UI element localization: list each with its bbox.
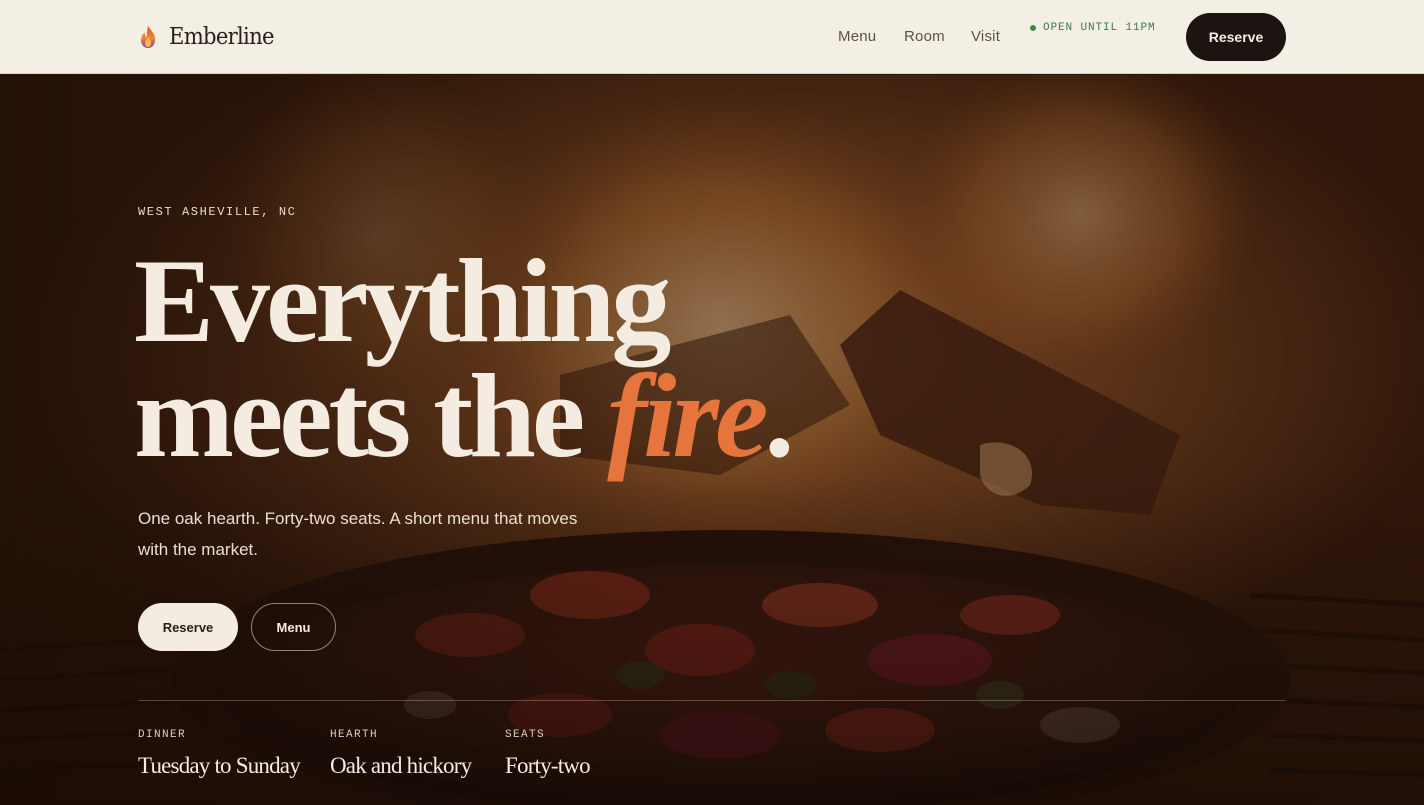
nav-visit-link[interactable]: Visit	[971, 28, 1000, 45]
brand-name: Emberline	[169, 24, 275, 50]
headline-line-2: meets the fire.	[134, 356, 794, 476]
fact-value: Oak and hickory	[330, 753, 472, 778]
headline-line-1: Everything	[134, 234, 671, 367]
header-reserve-button[interactable]: Reserve	[1186, 13, 1286, 61]
nav-room-link[interactable]: Room	[904, 28, 945, 45]
status-dot-icon	[1030, 25, 1036, 31]
headline-accent-word: fire	[607, 349, 768, 482]
fact-label: DINNER	[138, 729, 187, 741]
nav-menu-link[interactable]: Menu	[838, 28, 876, 45]
hero-section: WEST ASHEVILLE, NC Everything meets the …	[0, 75, 1424, 805]
hero-reserve-button[interactable]: Reserve	[138, 603, 238, 651]
fact-value: Forty-two	[505, 753, 591, 778]
headline-period: .	[764, 349, 794, 482]
fact-seats: SEATS Forty-two	[505, 729, 591, 779]
fact-hearth: HEARTH Oak and hickory	[330, 729, 472, 779]
fact-label: HEARTH	[330, 729, 379, 741]
location-eyebrow: WEST ASHEVILLE, NC	[138, 205, 297, 219]
hero-menu-button[interactable]: Menu	[251, 603, 336, 651]
headline-line-2-text: meets the	[134, 349, 608, 482]
fact-value: Tuesday to Sunday	[138, 753, 301, 778]
hero-subtitle: One oak hearth. Forty-two seats. A short…	[138, 509, 578, 559]
brand-logo[interactable]: Emberline	[138, 22, 283, 52]
facts-divider	[138, 700, 1286, 701]
open-status-text: OPEN UNTIL 11PM	[1043, 22, 1156, 34]
fact-label: SEATS	[505, 729, 546, 741]
open-status: OPEN UNTIL 11PM	[1030, 22, 1156, 34]
site-header: Emberline Menu Room Visit OPEN UNTIL 11P…	[0, 0, 1424, 74]
fact-dinner: DINNER Tuesday to Sunday	[138, 729, 301, 779]
flame-icon	[140, 26, 156, 48]
hero-headline: Everything meets the fire.	[134, 234, 794, 476]
